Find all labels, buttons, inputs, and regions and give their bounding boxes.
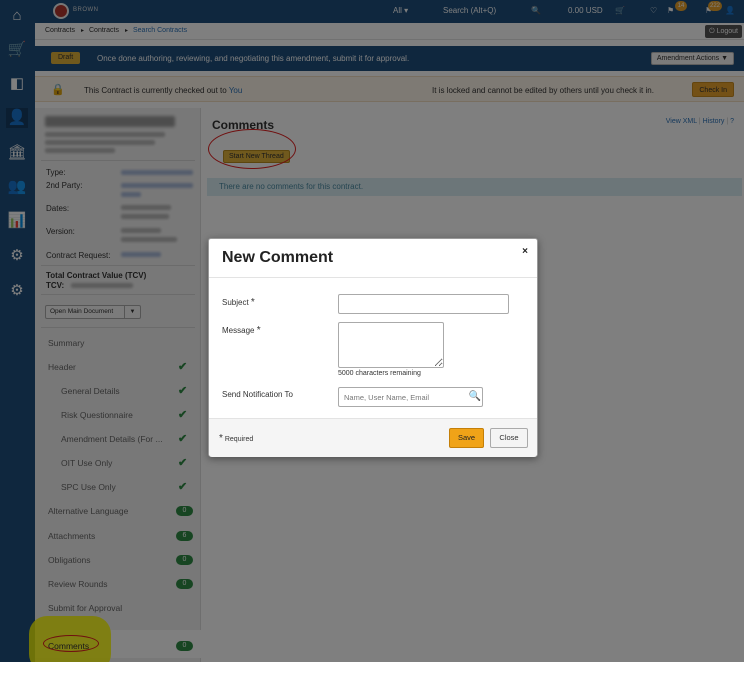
divider xyxy=(209,277,537,278)
required-star: * xyxy=(219,433,223,444)
required-note: * Required xyxy=(219,433,253,444)
dialog-footer: * Required Save Close xyxy=(209,418,537,457)
message-textarea[interactable] xyxy=(338,322,444,368)
save-button[interactable]: Save xyxy=(449,428,484,448)
subject-label: Subject * xyxy=(222,297,255,308)
required-star: * xyxy=(250,297,255,308)
required-star: * xyxy=(256,325,261,336)
close-button[interactable]: Close xyxy=(490,428,528,448)
close-icon[interactable]: × xyxy=(522,246,528,257)
search-icon[interactable]: 🔍 xyxy=(466,387,484,407)
notify-label: Send Notification To xyxy=(222,390,294,399)
characters-remaining: 5000 characters remaining xyxy=(338,370,421,377)
bottom-strip xyxy=(0,662,744,674)
notify-recipients-input[interactable] xyxy=(338,387,483,407)
required-note-text: Required xyxy=(224,436,254,443)
dialog-title: New Comment xyxy=(222,249,334,266)
new-comment-dialog: New Comment × Subject * Message * 5000 c… xyxy=(208,238,538,457)
message-label: Message * xyxy=(222,325,261,336)
message-label-text: Message xyxy=(222,326,255,335)
subject-label-text: Subject xyxy=(222,298,249,307)
subject-input[interactable] xyxy=(338,294,509,314)
